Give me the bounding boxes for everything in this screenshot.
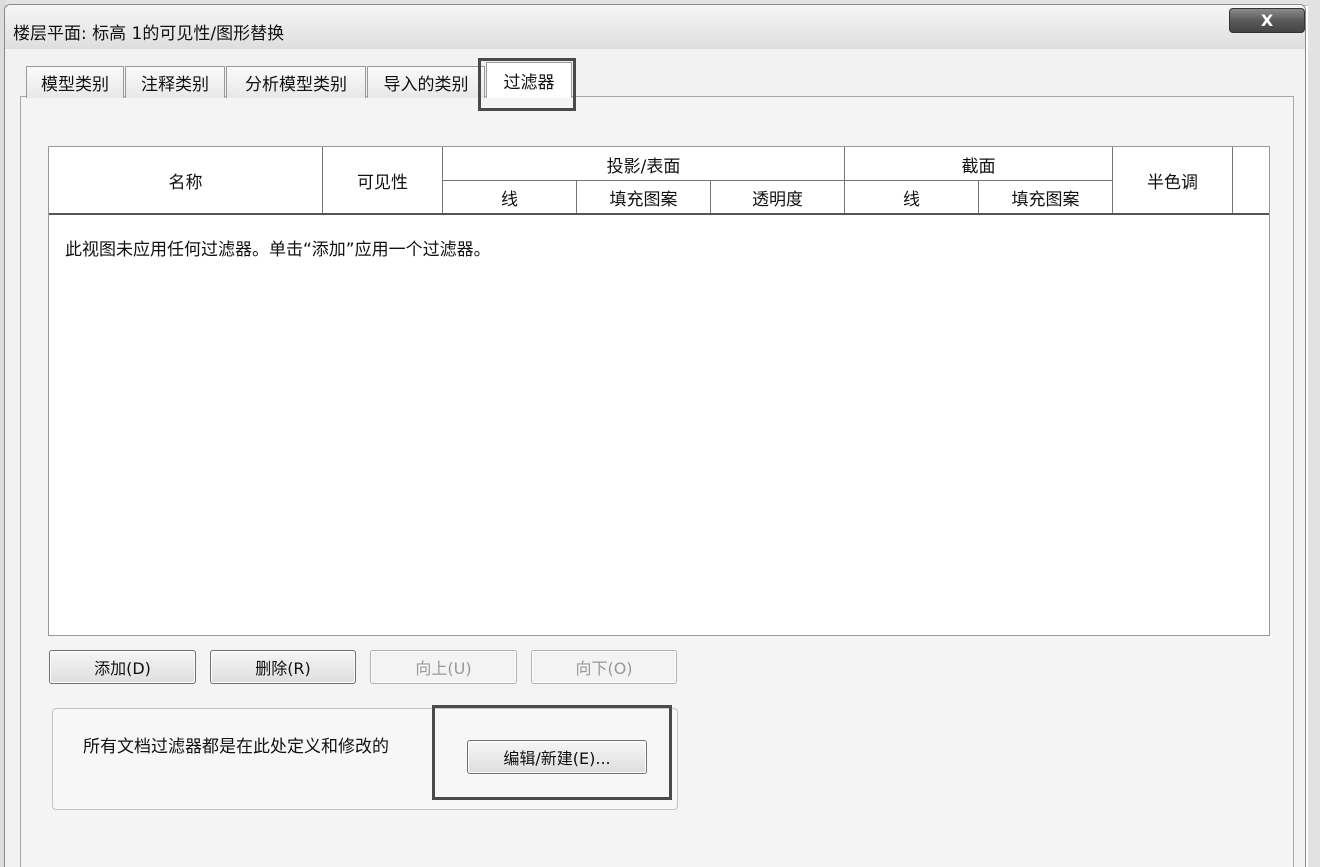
- move-down-button[interactable]: 向下(O): [531, 650, 677, 684]
- tab-imported-categories[interactable]: 导入的类别: [367, 66, 485, 98]
- header-name[interactable]: 名称: [49, 147, 323, 213]
- header-divider: [443, 180, 1113, 181]
- title-bar[interactable]: 楼层平面: 标高 1的可见性/图形替换 X: [5, 5, 1305, 49]
- tab-model-categories[interactable]: 模型类别: [26, 66, 124, 98]
- tab-label: 导入的类别: [383, 75, 469, 95]
- tab-label: 注释类别: [141, 75, 209, 95]
- tab-annotation-categories[interactable]: 注释类别: [125, 66, 225, 98]
- header-cut: 截面: [845, 147, 1113, 181]
- delete-button[interactable]: 删除(R): [210, 650, 356, 684]
- tab-analytical-model-categories[interactable]: 分析模型类别: [226, 66, 366, 98]
- dialog-title: 楼层平面: 标高 1的可见性/图形替换: [13, 24, 285, 44]
- header-projection-surface: 投影/表面: [443, 147, 845, 181]
- filters-tab-highlight-box: [478, 58, 576, 111]
- filters-table: 名称 可见性 投影/表面 线 填充图案 透明度 截面 线 填充图案 半色调 此视…: [48, 146, 1270, 636]
- header-cut-line[interactable]: 线: [845, 181, 979, 213]
- move-up-button[interactable]: 向上(U): [370, 650, 517, 684]
- header-projection-transparency[interactable]: 透明度: [711, 181, 845, 213]
- close-icon: X: [1260, 11, 1274, 30]
- empty-table-message: 此视图未应用任何过滤器。单击“添加”应用一个过滤器。: [65, 240, 491, 260]
- background-right-edge: [1308, 0, 1320, 867]
- header-cut-fill-pattern[interactable]: 填充图案: [979, 181, 1113, 213]
- tab-label: 分析模型类别: [245, 75, 347, 95]
- table-header: 名称 可见性 投影/表面 线 填充图案 透明度 截面 线 填充图案 半色调: [49, 147, 1269, 215]
- header-visibility[interactable]: 可见性: [323, 147, 443, 213]
- filters-description: 所有文档过滤器都是在此处定义和修改的: [83, 737, 389, 757]
- add-button[interactable]: 添加(D): [49, 650, 196, 684]
- tab-label: 模型类别: [41, 75, 109, 95]
- close-button[interactable]: X: [1229, 8, 1305, 33]
- header-halftone[interactable]: 半色调: [1113, 147, 1233, 213]
- edit-new-button[interactable]: 编辑/新建(E)...: [467, 740, 647, 774]
- header-projection-line[interactable]: 线: [443, 181, 577, 213]
- header-projection-fill-pattern[interactable]: 填充图案: [577, 181, 711, 213]
